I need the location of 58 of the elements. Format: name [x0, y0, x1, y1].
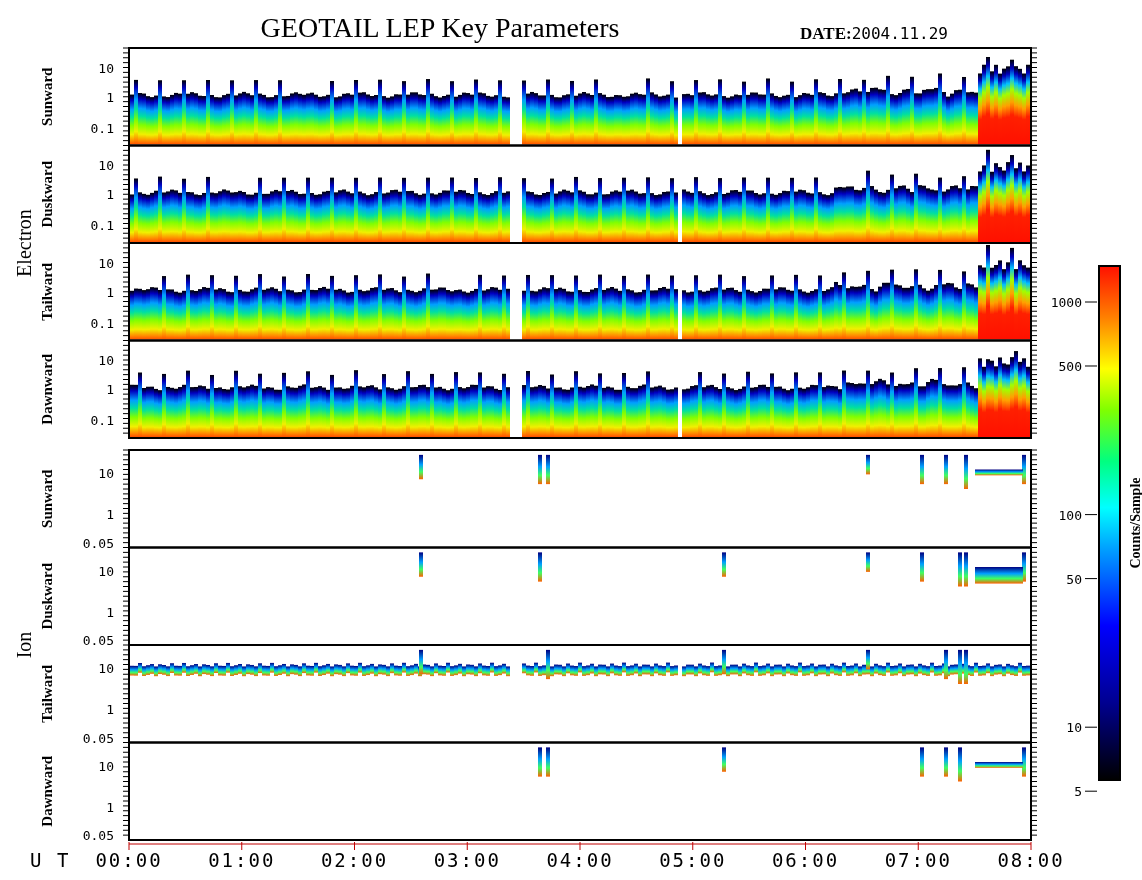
plot-title: GEOTAIL LEP Key Parameters: [260, 12, 620, 43]
y-tick-label: 0.1: [90, 120, 114, 136]
y-tick-label: 10: [98, 661, 114, 677]
x-tick-label: 06:00: [771, 849, 840, 871]
y-tick-label: 0.05: [82, 633, 114, 649]
y-tick-label: 10: [98, 255, 114, 271]
colorbar-tick-label: 5: [1074, 784, 1082, 800]
y-tick-label: 10: [98, 353, 114, 368]
x-tick-label: 01:00: [208, 849, 276, 871]
direction-label: Duskward: [39, 562, 55, 630]
y-tick-label: 1: [106, 187, 114, 203]
colorbar-tick-label: 100: [1058, 507, 1082, 523]
y-tick-label: 0.1: [90, 218, 114, 234]
y-tick-label: 1: [106, 382, 114, 398]
x-tick-label: 00:00: [95, 849, 163, 871]
date-label: DATE:2004.11.29: [800, 24, 948, 43]
y-tick-label: 0.1: [90, 315, 114, 331]
colorbar-tick-label: 500: [1058, 359, 1082, 374]
direction-label: Duskward: [39, 160, 55, 228]
colorbar-tick: [1084, 726, 1098, 728]
direction-label: Sunward: [39, 67, 55, 126]
y-tick-label: 10: [98, 466, 114, 482]
x-tick-label: 02:00: [320, 849, 389, 871]
y-tick-label: 0.05: [82, 730, 114, 746]
direction-label: Tailward: [39, 262, 55, 321]
colorbar-tick: [1084, 514, 1098, 516]
colorbar-tick: [1084, 578, 1098, 580]
x-tick-label: 05:00: [659, 849, 727, 871]
y-tick-label: 10: [98, 60, 114, 76]
colorbar-tick-label: 10: [1066, 720, 1082, 736]
x-tick-label: 07:00: [884, 849, 952, 871]
y-tick-label: 1: [106, 702, 114, 718]
direction-label: Tailward: [39, 664, 55, 723]
species-label: Ion: [13, 631, 35, 659]
x-tick-label: 04:00: [546, 849, 614, 871]
colorbar-tick: [1084, 790, 1098, 792]
y-tick-label: 0.05: [82, 828, 114, 844]
y-tick-label: 10: [98, 158, 114, 173]
direction-label: Dawnward: [39, 755, 55, 827]
y-tick-label: 0.1: [90, 413, 114, 429]
colorbar-tick: [1084, 365, 1098, 367]
species-label: Electron: [13, 209, 35, 277]
colorbar-tick-label: 50: [1066, 571, 1082, 587]
y-tick-label: 1: [106, 799, 114, 815]
colorbar-tick: [1084, 301, 1098, 303]
y-tick-label: 0.05: [82, 535, 114, 551]
colorbar-tick-label: 1000: [1050, 295, 1082, 310]
direction-label: Sunward: [39, 469, 55, 528]
x-tick-label: 08:00: [997, 849, 1065, 871]
direction-label: Dawnward: [39, 353, 55, 425]
y-tick-label: 1: [106, 284, 114, 300]
x-axis-label: U T: [30, 849, 71, 871]
y-tick-label: 10: [98, 563, 114, 579]
x-tick-label: 03:00: [433, 849, 501, 871]
y-tick-label: 10: [98, 758, 114, 774]
y-tick-label: 1: [106, 507, 114, 523]
y-tick-label: 1: [106, 89, 114, 105]
y-tick-label: 1: [106, 604, 114, 620]
